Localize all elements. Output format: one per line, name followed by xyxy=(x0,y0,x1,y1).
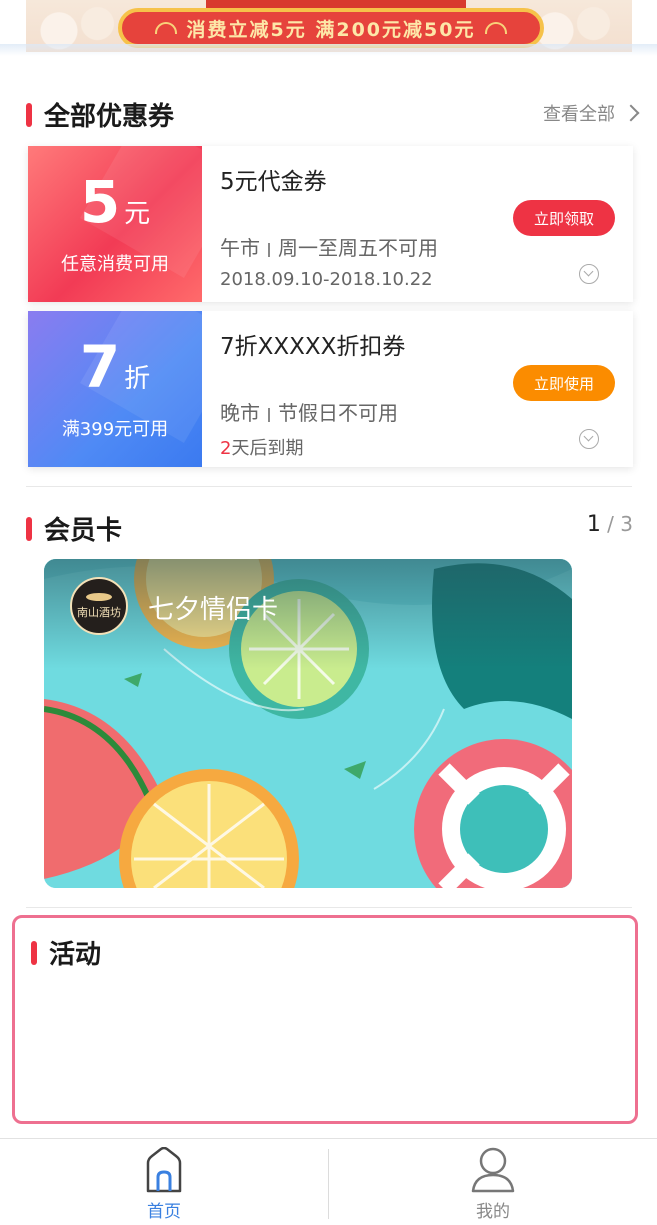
expand-chevron-icon[interactable] xyxy=(579,264,599,284)
fan-icon xyxy=(485,22,508,34)
section-divider xyxy=(26,486,632,487)
coupon-card[interactable]: 5元 任意消费可用 5元代金券 午市 周一至周五不可用 2018.09.10-20… xyxy=(28,146,633,302)
section-marker xyxy=(31,940,37,965)
member-section-header: 会员卡 xyxy=(26,510,122,547)
coupon-usage: 午市 周一至周五不可用 xyxy=(220,232,633,261)
coupon-amount: 7折 xyxy=(80,337,150,409)
coupon-condition: 任意消费可用 xyxy=(61,254,169,275)
activity-section: 活动 xyxy=(12,915,638,1124)
logo-emblem xyxy=(86,592,112,601)
see-all-label: 查看全部 xyxy=(543,104,615,125)
coupon-period: 晚市 xyxy=(220,401,260,425)
separator xyxy=(268,242,270,257)
member-card[interactable]: 南山酒坊 七夕情侣卡 xyxy=(44,559,572,888)
coupon-date: 天后到期 xyxy=(231,438,304,459)
coupon-card[interactable]: 7折 满399元可用 7折XXXXX折扣券 晚市 节假日不可用 2天后到期 立即使… xyxy=(28,311,633,467)
expand-chevron-icon[interactable] xyxy=(579,429,599,449)
activity-section-header: 活动 xyxy=(31,934,101,971)
coupons-section-title: 全部优惠券 xyxy=(44,102,175,132)
section-divider xyxy=(26,907,632,908)
tab-home-label: 首页 xyxy=(147,1202,181,1222)
chevron-right-icon xyxy=(622,104,640,122)
activity-section-title: 活动 xyxy=(49,940,102,970)
coupon-unit: 折 xyxy=(124,364,151,394)
coupons-section-header: 全部优惠券 xyxy=(26,96,174,133)
banner-shadow xyxy=(0,44,657,56)
home-icon xyxy=(146,1147,182,1193)
coupon-amount-value: 5 xyxy=(79,168,121,236)
coupon-value-panel: 5元 任意消费可用 xyxy=(28,146,202,302)
coupon-amount: 5元 xyxy=(80,172,150,244)
use-now-button[interactable]: 立即使用 xyxy=(513,365,615,401)
coupon-usage: 晚市 节假日不可用 xyxy=(220,397,633,426)
coupon-title: 7折XXXXX折扣券 xyxy=(220,334,406,360)
coupon-title: 5元代金券 xyxy=(220,169,327,195)
brand-logo: 南山酒坊 xyxy=(70,577,128,635)
section-marker xyxy=(26,516,32,541)
tab-home[interactable]: 首页 xyxy=(0,1139,328,1225)
coupon-amount-value: 7 xyxy=(79,333,121,401)
tab-mine-label: 我的 xyxy=(476,1202,510,1222)
coupon-date: 2018.09.10-2018.10.22 xyxy=(220,269,433,290)
logo-text: 南山酒坊 xyxy=(77,605,121,619)
coupon-validity: 2018.09.10-2018.10.22 xyxy=(220,269,633,290)
coupon-restriction: 节假日不可用 xyxy=(278,401,398,425)
member-section-title: 会员卡 xyxy=(44,516,123,546)
coupon-details: 5元代金券 午市 周一至周五不可用 2018.09.10-2018.10.22 立… xyxy=(202,146,633,302)
tab-mine[interactable]: 我的 xyxy=(329,1139,657,1225)
claim-now-button[interactable]: 立即领取 xyxy=(513,200,615,236)
pager-current: 1 xyxy=(586,512,601,537)
coupon-value-panel: 7折 满399元可用 xyxy=(28,311,202,467)
coupon-date-prefix: 2 xyxy=(220,438,232,459)
coupon-serrated-edge xyxy=(28,146,33,302)
coupon-details: 7折XXXXX折扣券 晚市 节假日不可用 2天后到期 立即使用 xyxy=(202,311,633,467)
see-all-link[interactable]: 查看全部 xyxy=(543,100,640,126)
pager-total: / 3 xyxy=(607,512,633,536)
coupon-serrated-edge xyxy=(28,311,33,467)
section-marker xyxy=(26,102,32,127)
banner-promo-pill: 消费立减5元 满200元减50元 xyxy=(118,8,544,48)
fan-icon xyxy=(154,22,177,34)
bottom-tab-bar: 首页 我的 xyxy=(0,1138,657,1225)
member-card-name: 七夕情侣卡 xyxy=(148,595,279,625)
coupon-restriction: 周一至周五不可用 xyxy=(278,236,438,260)
separator xyxy=(268,407,270,422)
coupon-condition: 满399元可用 xyxy=(61,419,169,440)
coupon-period: 午市 xyxy=(220,236,260,260)
card-pager: 1 / 3 xyxy=(587,512,633,537)
banner-text: 消费立减5元 满200元减50元 xyxy=(186,18,476,41)
coupon-unit: 元 xyxy=(124,199,151,229)
user-icon xyxy=(471,1147,515,1193)
coupon-validity: 2天后到期 xyxy=(220,434,633,460)
